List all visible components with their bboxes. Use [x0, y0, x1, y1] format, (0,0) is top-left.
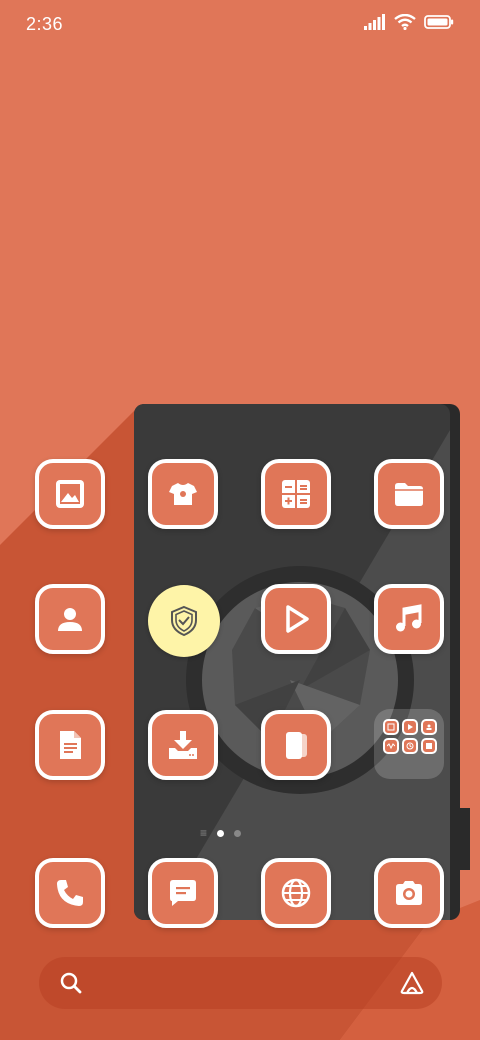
themes-app-icon[interactable]: [148, 459, 218, 529]
calculator-app-icon[interactable]: [261, 459, 331, 529]
folder-mini-scan-icon: [383, 719, 399, 735]
signal-icon: [364, 14, 386, 35]
phone-app-icon[interactable]: [35, 858, 105, 928]
folder-mini-recorder-icon: [383, 738, 399, 754]
battery-icon: [424, 14, 454, 35]
t-shirt-icon: [169, 483, 197, 505]
downloads-app-icon[interactable]: [148, 710, 218, 780]
card-icon: [286, 732, 307, 759]
camera-app-icon[interactable]: [374, 858, 444, 928]
messages-app-icon[interactable]: [148, 858, 218, 928]
document-icon: [60, 731, 81, 759]
status-bar: 2:36: [0, 0, 480, 50]
search-bar[interactable]: [39, 957, 442, 1009]
gallery-app-icon[interactable]: [35, 459, 105, 529]
person-icon: [58, 608, 82, 631]
browser-app-icon[interactable]: [261, 858, 331, 928]
message-icon: [170, 880, 196, 906]
shield-check-icon: [171, 605, 197, 637]
folder-mini-clock-icon: [402, 738, 418, 754]
camera-icon: [396, 881, 422, 905]
folder-icon: [395, 483, 423, 506]
home-screen: 2:36 ≡: [0, 0, 480, 1040]
page-dot[interactable]: [234, 830, 242, 837]
tools-folder[interactable]: [374, 709, 444, 779]
folder-mini-person-icon: [421, 719, 437, 735]
download-icon: [169, 731, 197, 759]
play-icon: [286, 605, 309, 633]
status-time: 2:36: [26, 14, 64, 34]
page-dot-active[interactable]: [217, 830, 225, 837]
image-icon: [56, 480, 84, 508]
music-note-icon: [396, 604, 422, 632]
page-list-icon[interactable]: ≡: [200, 827, 207, 839]
security-app-icon[interactable]: [148, 585, 220, 657]
wifi-icon: [394, 13, 416, 35]
assistant-icon[interactable]: [398, 969, 426, 1002]
mi-store-app-icon[interactable]: [261, 710, 331, 780]
file-manager-app-icon[interactable]: [374, 459, 444, 529]
status-icons: [364, 13, 454, 35]
search-icon[interactable]: [59, 971, 83, 1000]
music-app-icon[interactable]: [374, 584, 444, 654]
contacts-app-icon[interactable]: [35, 584, 105, 654]
notes-app-icon[interactable]: [35, 710, 105, 780]
page-indicator[interactable]: ≡: [200, 827, 242, 839]
phone-icon: [57, 880, 83, 906]
folder-mini-gallery-icon: [421, 738, 437, 754]
folder-mini-video-icon: [402, 719, 418, 735]
calculator-icon: [282, 480, 310, 508]
globe-icon: [281, 878, 311, 908]
video-app-icon[interactable]: [261, 584, 331, 654]
